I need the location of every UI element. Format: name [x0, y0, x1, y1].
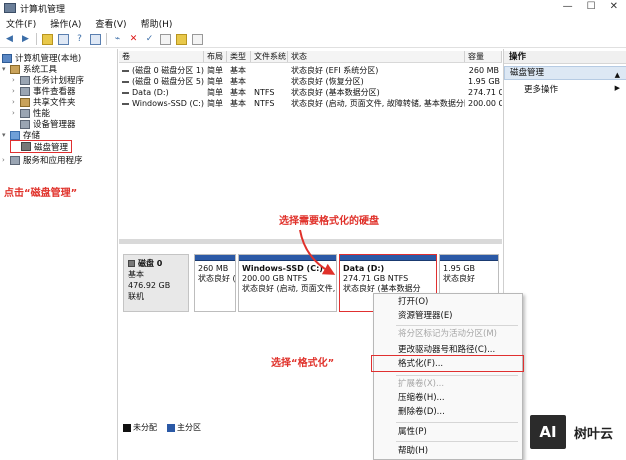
close-button[interactable]: ✕ — [610, 1, 618, 12]
menu-separator — [396, 441, 518, 442]
window-controls: — ☐ ✕ — [563, 1, 618, 12]
menu-file[interactable]: 文件(F) — [6, 17, 36, 30]
volume-table-header: 卷 布局 类型 文件系统 状态 容量 — [119, 51, 502, 63]
menu-item-shrink[interactable]: 压缩卷(H)... — [374, 391, 522, 405]
chevron-right-icon[interactable]: › — [12, 76, 20, 84]
menu-item-extend: 扩展卷(X)... — [398, 379, 445, 389]
partition-windows-ssd[interactable]: Windows-SSD (C:) 200.00 GB NTFS 状态良好 (启动… — [238, 254, 337, 312]
services-icon — [10, 155, 20, 165]
primary-swatch — [167, 423, 175, 432]
column-header-type[interactable]: 类型 — [227, 51, 251, 62]
volume-icon — [122, 102, 129, 105]
annotation-choose-format: 选择“格式化” — [271, 358, 335, 369]
open-folder-icon[interactable] — [176, 33, 187, 45]
toolbar: ◀ ▶ ? ⌁ ✕ ✓ — [0, 31, 626, 48]
table-row[interactable]: Data (D:) 简单 基本 NTFS 状态良好 (基本数据分区) 274.7… — [119, 87, 502, 98]
title-bar: 计算机管理 — ☐ ✕ — [0, 0, 626, 16]
actions-more[interactable]: 更多操作 — [524, 83, 558, 95]
tree-item-disk-management[interactable]: 磁盘管理 — [10, 140, 73, 153]
column-header-layout[interactable]: 布局 — [204, 51, 227, 62]
table-row[interactable]: (磁盘 0 磁盘分区 1) 简单 基本 状态良好 (EFI 系统分区) 260 … — [119, 65, 502, 76]
chevron-right-icon[interactable]: › — [12, 109, 20, 117]
menu-item-properties[interactable]: 属性(P) — [374, 425, 522, 439]
table-row[interactable]: Windows-SSD (C:) 简单 基本 NTFS 状态良好 (启动, 页面… — [119, 98, 502, 109]
legend-primary: 主分区 — [167, 422, 201, 433]
menu-item-help[interactable]: 帮助(H) — [374, 444, 522, 458]
watermark-text: 树叶云 — [574, 426, 614, 442]
partition-efi[interactable]: 260 MB 状态良好 (E — [194, 254, 236, 312]
event-viewer-icon — [20, 86, 30, 96]
menu-separator — [396, 422, 518, 423]
watermark: AI 树叶云 — [528, 410, 622, 454]
annotation-click-disk-management: 点击“磁盘管理” — [4, 188, 78, 199]
column-header-capacity[interactable]: 容量 — [465, 51, 502, 62]
legend: 未分配 主分区 — [123, 422, 201, 433]
help-icon[interactable]: ? — [74, 34, 85, 45]
storage-icon — [10, 130, 20, 140]
format-highlight — [371, 355, 524, 372]
properties-icon[interactable] — [192, 33, 203, 45]
actions-header: 操作 — [504, 51, 626, 64]
chevron-down-icon[interactable]: ▾ — [2, 131, 10, 139]
toolbar-separator — [106, 33, 107, 45]
chevron-up-icon[interactable]: ▲ — [615, 69, 620, 82]
computer-management-icon — [4, 3, 16, 13]
volume-icon — [122, 69, 129, 72]
menu-item-open[interactable]: 打开(O) — [374, 295, 522, 309]
menu-separator — [396, 375, 518, 376]
toolbar-separator — [36, 33, 37, 45]
volume-icon — [122, 91, 129, 94]
menu-item-explorer[interactable]: 资源管理器(E) — [374, 309, 522, 323]
minimize-button[interactable]: — — [563, 1, 573, 12]
column-header-volume[interactable]: 卷 — [119, 51, 204, 62]
menu-view[interactable]: 查看(V) — [95, 17, 126, 30]
forward-icon[interactable]: ▶ — [20, 34, 31, 45]
maximize-button[interactable]: ☐ — [587, 1, 596, 12]
chevron-right-icon[interactable]: › — [2, 156, 10, 164]
legend-unallocated: 未分配 — [123, 422, 157, 433]
delete-icon[interactable]: ✕ — [128, 34, 139, 45]
window-title: 计算机管理 — [20, 4, 66, 15]
menu-item-mark-active: 将分区标记为活动分区(M) — [398, 329, 497, 339]
tree-item-services[interactable]: › 服务和应用程序 — [2, 154, 83, 166]
computer-icon — [2, 53, 12, 63]
chevron-right-icon[interactable]: ▶ — [615, 84, 620, 92]
actions-disk-management[interactable]: 磁盘管理 ▲ — [504, 66, 626, 80]
menu-help[interactable]: 帮助(H) — [141, 17, 173, 30]
context-menu: 打开(O) 资源管理器(E) 将分区标记为活动分区(M) 更改驱动器号和路径(C… — [371, 293, 524, 460]
column-header-filesystem[interactable]: 文件系统 — [251, 51, 288, 62]
table-row[interactable]: (磁盘 0 磁盘分区 5) 简单 基本 状态良好 (恢复分区) 1.95 GB — [119, 76, 502, 87]
disk-icon — [128, 260, 135, 267]
check-icon[interactable]: ✓ — [144, 34, 155, 45]
list-view-icon[interactable] — [90, 33, 101, 45]
watermark-logo: AI — [528, 413, 568, 451]
menu-action[interactable]: 操作(A) — [50, 17, 81, 30]
disk-0-label[interactable]: 磁盘 0 基本 476.92 GB 联机 — [123, 254, 189, 312]
performance-icon — [20, 108, 30, 118]
column-header-status[interactable]: 状态 — [288, 51, 465, 62]
console-tree-icon[interactable] — [58, 33, 69, 45]
shared-folder-icon — [20, 97, 30, 107]
annotation-choose-disk: 选择需要格式化的硬盘 — [279, 216, 379, 227]
device-manager-icon — [20, 119, 30, 129]
menu-item-delete[interactable]: 删除卷(D)... — [374, 405, 522, 419]
folder-icon[interactable] — [42, 33, 53, 45]
menu-bar: 文件(F) 操作(A) 查看(V) 帮助(H) — [0, 16, 626, 31]
connect-icon[interactable]: ⌁ — [112, 34, 123, 45]
document-icon[interactable] — [160, 33, 171, 45]
console-tree: 计算机管理(本地) ▾ 系统工具 › 任务计划程序 › 事件查看器 › 共享文件… — [0, 49, 118, 460]
unallocated-swatch — [123, 423, 131, 432]
back-icon[interactable]: ◀ — [4, 34, 15, 45]
toolbox-icon — [10, 64, 20, 74]
chevron-down-icon[interactable]: ▾ — [2, 65, 10, 73]
menu-separator — [396, 325, 518, 326]
disk-icon — [21, 142, 31, 151]
clock-icon — [20, 75, 30, 85]
chevron-right-icon[interactable]: › — [12, 87, 20, 95]
chevron-right-icon[interactable]: › — [12, 98, 20, 106]
volume-icon — [122, 80, 129, 83]
